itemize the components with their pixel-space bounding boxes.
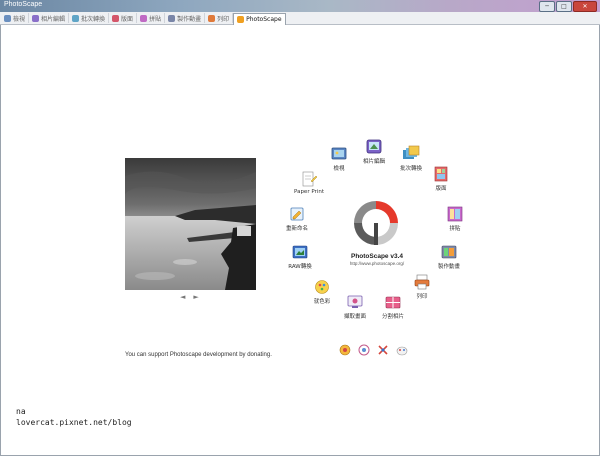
tab-page[interactable]: 版面 — [109, 13, 138, 23]
raw-label: RAW轉換 — [288, 264, 312, 270]
tab-editor[interactable]: 相片編輯 — [29, 13, 70, 23]
editor-icon — [366, 139, 382, 154]
rename-button[interactable]: 重新命名 — [277, 205, 317, 232]
page-label: 版面 — [435, 186, 447, 192]
animated-gif-icon — [441, 245, 457, 259]
window-controls: ─ □ ✕ — [539, 1, 597, 12]
previous-photo-button[interactable]: ◄ — [180, 293, 185, 301]
batch-icon — [403, 145, 420, 159]
capture-label: 擷取畫面 — [343, 314, 366, 320]
animated-gif-icon — [168, 14, 176, 22]
animated-gif-button[interactable]: 製作動畫 — [429, 243, 469, 270]
rename-icon — [290, 207, 304, 221]
paper-print-button[interactable]: Paper Print — [289, 170, 329, 195]
editor-label: 相片編輯 — [362, 159, 385, 165]
home-icon — [237, 16, 245, 23]
tab-label: 製作動畫 — [177, 15, 202, 23]
window-title: PhotoScape — [4, 1, 43, 8]
minimize-button[interactable]: ─ — [539, 1, 555, 12]
tools-icon[interactable] — [377, 344, 389, 356]
donate-icon[interactable] — [339, 344, 351, 356]
tab-label: 版面 — [121, 15, 134, 23]
raw-converter-icon — [292, 245, 308, 259]
viewer-button[interactable]: 檢視 — [319, 145, 359, 172]
watermark: na lovercat.pixnet.net/blog — [16, 406, 132, 428]
window-border-left — [0, 25, 1, 456]
color-picker-button[interactable]: 就色彩 — [302, 278, 342, 305]
extra-tools — [339, 344, 408, 356]
photo-nav: ◄ ► — [180, 293, 199, 301]
close-button[interactable]: ✕ — [573, 1, 597, 12]
colorpicker-label: 就色彩 — [313, 299, 331, 305]
tab-label: 檢視 — [13, 15, 26, 23]
color-picker-icon — [315, 280, 329, 294]
tab-animated-gif[interactable]: 製作動畫 — [165, 13, 206, 23]
tab-label: 批次轉換 — [81, 15, 106, 23]
app-url[interactable]: http://www.photoscape.org/ — [342, 261, 412, 266]
combine-icon — [140, 14, 148, 22]
batch-icon — [72, 14, 80, 22]
watermark-line-2: lovercat.pixnet.net/blog — [16, 418, 132, 427]
maximize-button[interactable]: □ — [556, 1, 572, 12]
title-bar: PhotoScape ─ □ ✕ — [0, 0, 600, 12]
tab-viewer[interactable]: 檢視 — [1, 13, 30, 23]
print-icon — [414, 274, 430, 290]
raw-converter-button[interactable]: RAW轉換 — [280, 243, 320, 270]
rename-label: 重新命名 — [285, 226, 308, 232]
screen-capture-icon — [347, 295, 363, 308]
photo-preview[interactable] — [125, 158, 256, 290]
tab-label: 拼貼 — [149, 15, 162, 23]
combine-icon — [447, 206, 463, 222]
gif-label: 製作動畫 — [437, 264, 460, 270]
viewer-icon — [4, 14, 11, 22]
splitter-label: 分割相片 — [381, 314, 404, 320]
page-button[interactable]: 版面 — [421, 165, 461, 192]
settings-icon[interactable] — [396, 344, 408, 356]
tab-label: 列印 — [217, 15, 230, 23]
combine-label: 拼貼 — [449, 226, 461, 232]
print-icon — [208, 14, 216, 22]
paperprint-label: Paper Print — [294, 189, 324, 195]
watermark-line-1: na — [16, 407, 26, 416]
landscape-photo-image — [125, 158, 256, 290]
next-photo-button[interactable]: ► — [193, 293, 198, 301]
splitter-icon — [385, 296, 401, 309]
donate-text[interactable]: You can support Photoscape development b… — [125, 352, 272, 358]
tab-photoscape-home[interactable]: PhotoScape — [233, 13, 286, 25]
tab-label: 相片編輯 — [41, 15, 66, 23]
page-icon — [434, 166, 448, 182]
viewer-icon — [331, 147, 347, 160]
paper-print-icon — [302, 171, 318, 187]
editor-button[interactable]: 相片編輯 — [354, 138, 394, 165]
combine-button[interactable]: 拼貼 — [435, 205, 475, 232]
tab-batch-editor[interactable]: 批次轉換 — [69, 13, 110, 23]
page-icon — [112, 14, 120, 22]
tab-label: PhotoScape — [246, 16, 282, 23]
tab-print[interactable]: 列印 — [205, 13, 234, 23]
tab-bar: 檢視 相片編輯 批次轉換 版面 拼貼 製作動畫 列印 PhotoScape — [0, 12, 600, 25]
photoscape-logo — [345, 197, 407, 249]
help-icon[interactable] — [358, 344, 370, 356]
splitter-button[interactable]: 分割相片 — [373, 293, 413, 320]
tab-combine[interactable]: 拼貼 — [137, 13, 166, 23]
editor-icon — [32, 14, 40, 22]
app-name: PhotoScape v3.4 — [350, 253, 404, 260]
